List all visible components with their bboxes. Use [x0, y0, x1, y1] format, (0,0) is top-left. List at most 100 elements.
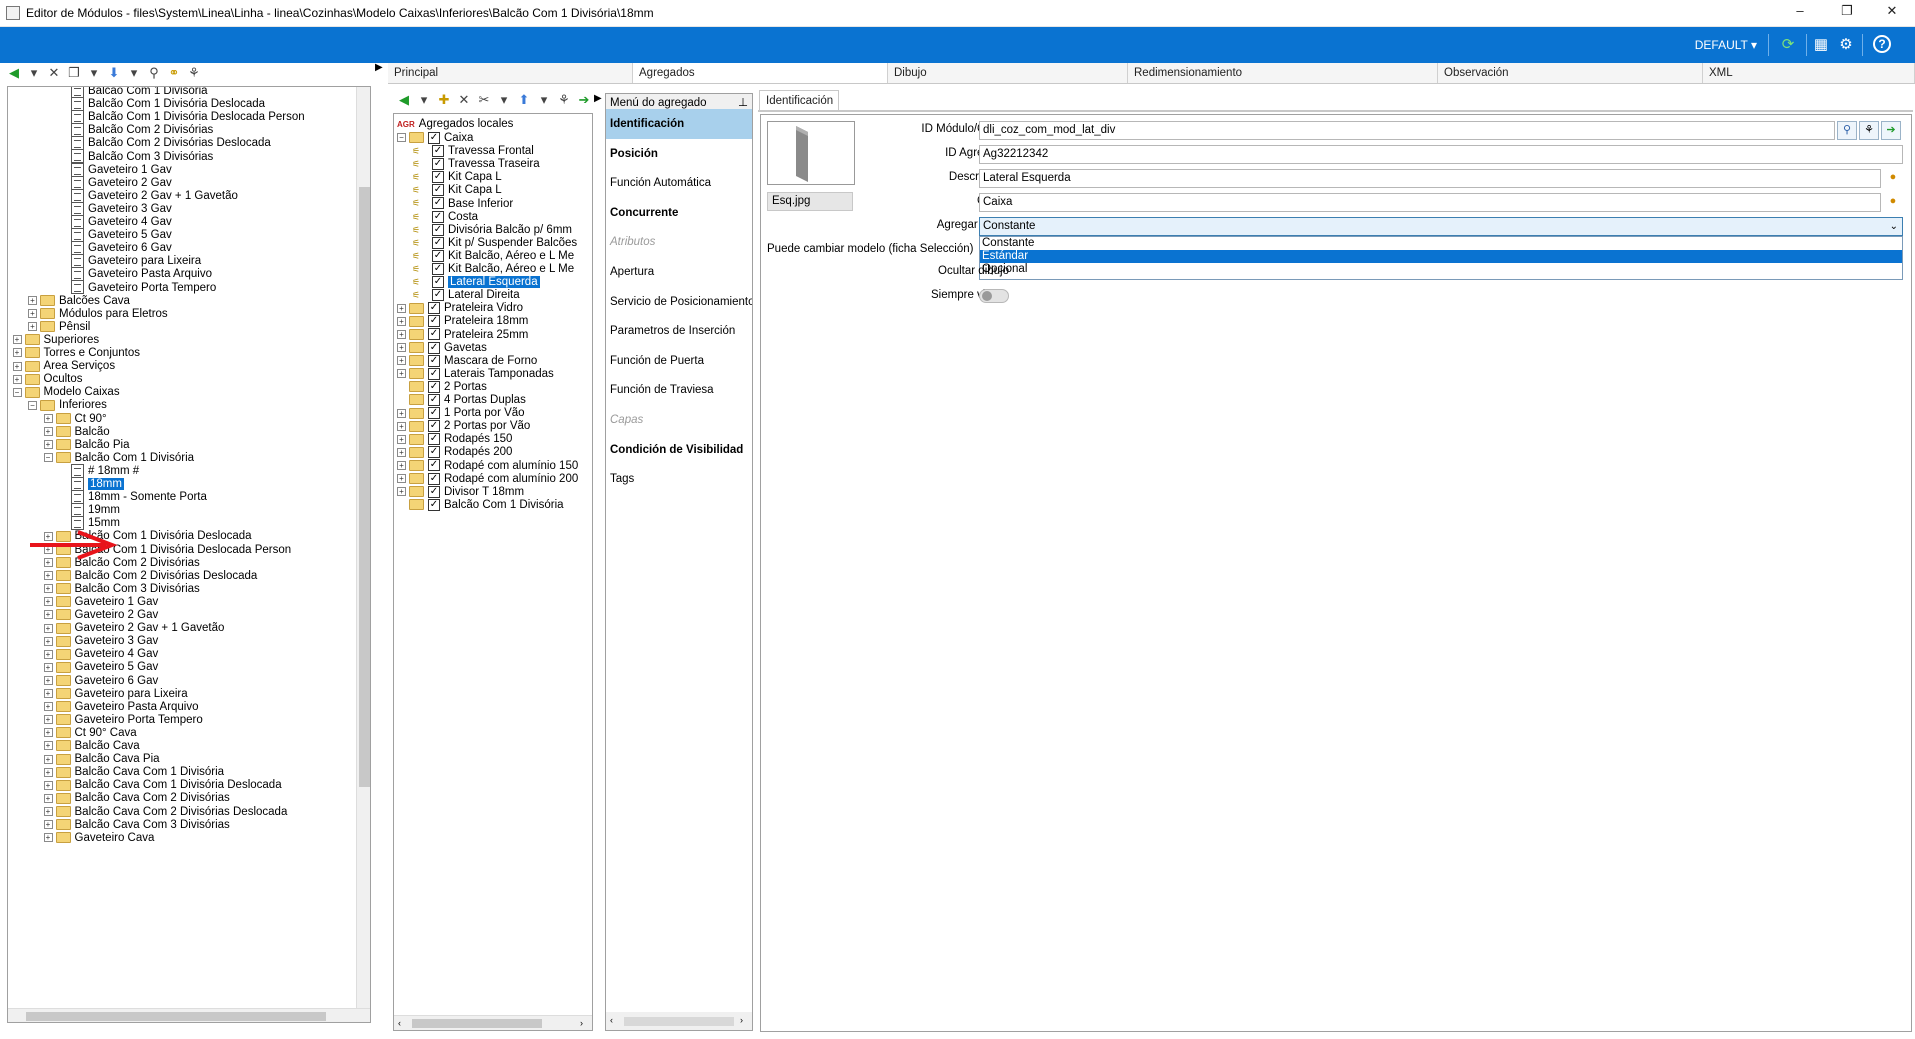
dropdown-arrow-icon[interactable]: ▾: [126, 64, 142, 82]
tab-dibujo[interactable]: Dibujo: [888, 63, 1128, 83]
expand-toggle-icon[interactable]: +: [43, 689, 53, 699]
horizontal-scrollbar[interactable]: ‹ ›: [394, 1015, 592, 1030]
expand-toggle-icon[interactable]: −: [43, 453, 53, 463]
collapse-arrow-icon[interactable]: ▶: [594, 93, 602, 104]
expand-toggle-icon[interactable]: +: [28, 296, 37, 306]
tab-principal[interactable]: Principal: [388, 63, 633, 83]
go-icon[interactable]: ➔: [1881, 121, 1901, 140]
scroll-left-icon[interactable]: ‹: [398, 1018, 401, 1028]
close-button[interactable]: ✕: [1869, 0, 1915, 27]
dropdown-option[interactable]: Opcional: [980, 263, 1902, 276]
dropdown-option[interactable]: Estándar: [980, 250, 1902, 263]
menu-item-tags[interactable]: Tags: [606, 464, 752, 494]
menu-item-servicio-de-posicionamiento[interactable]: Servicio de Posicionamiento: [606, 287, 752, 317]
expand-toggle-icon[interactable]: +: [397, 487, 406, 497]
module-id-field[interactable]: dli_coz_com_mod_lat_div: [979, 121, 1835, 140]
expand-toggle-icon[interactable]: +: [397, 303, 406, 313]
dropdown-arrow-icon[interactable]: ▾: [496, 91, 512, 109]
tab-agregados[interactable]: Agregados: [633, 63, 888, 83]
menu-item-funci-n-autom-tica[interactable]: Función Automática: [606, 168, 752, 198]
expand-toggle-icon[interactable]: +: [12, 361, 22, 371]
scrollbar-thumb[interactable]: [412, 1019, 542, 1028]
expand-toggle-icon[interactable]: +: [43, 584, 53, 594]
tab-observación[interactable]: Observación: [1438, 63, 1703, 83]
expand-toggle-icon[interactable]: −: [28, 400, 37, 410]
expand-toggle-icon[interactable]: +: [43, 780, 53, 790]
expand-toggle-icon[interactable]: +: [397, 408, 406, 418]
move-down-icon[interactable]: ⬇: [106, 64, 122, 82]
dropdown-arrow-icon[interactable]: ▾: [26, 64, 42, 82]
expand-toggle-icon[interactable]: +: [397, 447, 406, 457]
expand-toggle-icon[interactable]: +: [43, 715, 53, 725]
expand-toggle-icon[interactable]: +: [43, 440, 53, 450]
tab-identificacion[interactable]: Identificación: [759, 90, 839, 111]
expand-toggle-icon[interactable]: +: [12, 348, 22, 358]
expand-toggle-icon[interactable]: +: [397, 316, 406, 326]
expand-toggle-icon[interactable]: +: [397, 356, 406, 366]
always-visible-toggle[interactable]: [979, 289, 1009, 303]
expand-toggle-icon[interactable]: +: [43, 623, 53, 633]
tree-icon[interactable]: ⚘: [186, 64, 202, 82]
expand-toggle-icon[interactable]: +: [397, 460, 406, 470]
scrollbar-thumb[interactable]: [359, 187, 370, 787]
checkbox[interactable]: ✓: [428, 498, 440, 511]
settings-icon[interactable]: ⚙: [1836, 35, 1856, 55]
expand-toggle-icon[interactable]: −: [12, 387, 22, 397]
dropdown-arrow-icon[interactable]: ▾: [416, 91, 432, 109]
profile-dropdown[interactable]: DEFAULT ▾: [1695, 38, 1757, 52]
expand-toggle-icon[interactable]: +: [43, 597, 53, 607]
expand-toggle-icon[interactable]: +: [43, 754, 53, 764]
menu-item-funci-n-de-puerta[interactable]: Función de Puerta: [606, 346, 752, 376]
expand-toggle-icon[interactable]: +: [43, 675, 53, 685]
expand-toggle-icon[interactable]: +: [43, 820, 53, 830]
export-icon[interactable]: ➔: [576, 91, 592, 109]
expand-toggle-icon[interactable]: +: [43, 636, 53, 646]
expand-toggle-icon[interactable]: +: [43, 741, 53, 751]
dropdown-option[interactable]: Constante: [980, 237, 1902, 250]
collapse-arrow-icon[interactable]: ▶: [375, 62, 383, 74]
expand-toggle-icon[interactable]: +: [12, 335, 22, 345]
expand-toggle-icon[interactable]: +: [397, 329, 406, 339]
expand-toggle-icon[interactable]: +: [43, 702, 53, 712]
expand-toggle-icon[interactable]: +: [43, 767, 53, 777]
expand-toggle-icon[interactable]: +: [12, 374, 22, 384]
aggregate-item[interactable]: ✓ Balcão Com 1 Divisória: [397, 497, 564, 513]
expand-toggle-icon[interactable]: +: [43, 610, 53, 620]
copy-icon[interactable]: ❐: [66, 64, 82, 82]
expand-toggle-icon[interactable]: +: [28, 322, 37, 332]
expand-toggle-icon[interactable]: +: [397, 421, 406, 431]
horizontal-scrollbar[interactable]: ‹ ›: [606, 1012, 752, 1030]
move-up-icon[interactable]: ⬆: [516, 91, 532, 109]
tree-item[interactable]: + Gaveteiro Cava: [43, 830, 154, 846]
menu-item-identificaci-n[interactable]: Identificación: [606, 109, 752, 139]
agg-id-field[interactable]: Ag32212342: [979, 145, 1903, 164]
search-module-icon[interactable]: ⚲: [1837, 121, 1857, 140]
horizontal-scrollbar[interactable]: [8, 1008, 370, 1022]
link-icon[interactable]: ⚭: [166, 64, 182, 82]
dropdown-arrow-icon[interactable]: ▾: [536, 91, 552, 109]
menu-item-concurrente[interactable]: Concurrente: [606, 198, 752, 228]
help-icon[interactable]: ?: [1873, 35, 1891, 53]
expand-toggle-icon[interactable]: +: [43, 649, 53, 659]
expand-toggle-icon[interactable]: +: [397, 434, 406, 444]
expand-toggle-icon[interactable]: +: [43, 806, 53, 816]
tree-icon[interactable]: ⚘: [556, 91, 572, 109]
maximize-button[interactable]: ❐: [1824, 0, 1870, 27]
scrollbar-thumb[interactable]: [26, 1012, 326, 1021]
translate-icon[interactable]: ●: [1883, 169, 1903, 188]
expand-toggle-icon[interactable]: −: [397, 133, 406, 143]
scroll-right-icon[interactable]: ›: [580, 1018, 583, 1028]
vertical-scrollbar[interactable]: [356, 87, 370, 1009]
expand-toggle-icon[interactable]: +: [397, 474, 406, 484]
expand-toggle-icon[interactable]: +: [43, 793, 53, 803]
menu-item-funci-n-de-traviesa[interactable]: Función de Traviesa: [606, 375, 752, 405]
expand-toggle-icon[interactable]: +: [43, 571, 53, 581]
tree-select-icon[interactable]: ⚘: [1859, 121, 1879, 140]
scroll-left-icon[interactable]: ‹: [610, 1015, 613, 1025]
delete-icon[interactable]: ✕: [46, 64, 62, 82]
dropdown-arrow-icon[interactable]: ▾: [86, 64, 102, 82]
back-icon[interactable]: ◀: [6, 64, 22, 82]
menu-item-posici-n[interactable]: Posición: [606, 139, 752, 169]
translate-icon[interactable]: ●: [1883, 193, 1903, 212]
expand-toggle-icon[interactable]: +: [43, 728, 53, 738]
